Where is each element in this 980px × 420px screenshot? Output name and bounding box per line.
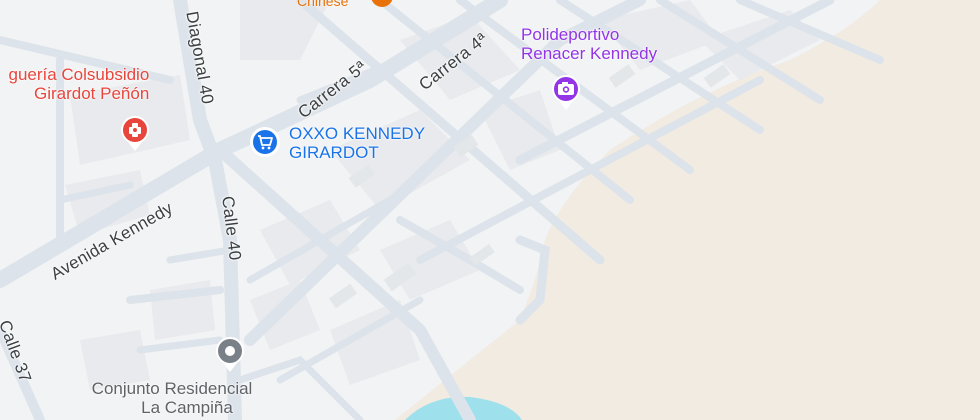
poi-label-conjunto[interactable]: Conjunto Residencial La Campiña: [72, 379, 272, 417]
poi-conjunto-line1: Conjunto Residencial: [91, 379, 253, 398]
poi-oxxo-line2: GIRARDOT: [289, 142, 379, 162]
poi-oxxo-line1: OXXO KENNEDY: [289, 124, 426, 143]
poi-drogueria-line2: Girardot Peñón: [34, 83, 150, 103]
camera-icon[interactable]: [548, 72, 584, 112]
poi-drogueria-line1: guería Colsubsidio: [8, 65, 150, 84]
pharmacy-icon[interactable]: [117, 113, 153, 153]
restaurant-icon[interactable]: [368, 0, 396, 14]
poi-label-oxxo[interactable]: OXXO KENNEDY GIRARDOT: [289, 124, 426, 162]
place-icon[interactable]: [212, 334, 248, 374]
poi-label-chinese[interactable]: Chinese: [297, 0, 348, 9]
poi-label-polideportivo[interactable]: Polideportivo Renacer Kennedy: [521, 25, 658, 63]
poi-label-drogueria[interactable]: guería Colsubsidio Girardot Peñón: [0, 65, 150, 103]
poi-conjunto-line2: La Campiña: [141, 397, 233, 417]
poi-polideportivo-line1: Polideportivo: [521, 25, 620, 44]
shopping-cart-icon[interactable]: [248, 125, 282, 159]
poi-polideportivo-line2: Renacer Kennedy: [521, 43, 658, 63]
